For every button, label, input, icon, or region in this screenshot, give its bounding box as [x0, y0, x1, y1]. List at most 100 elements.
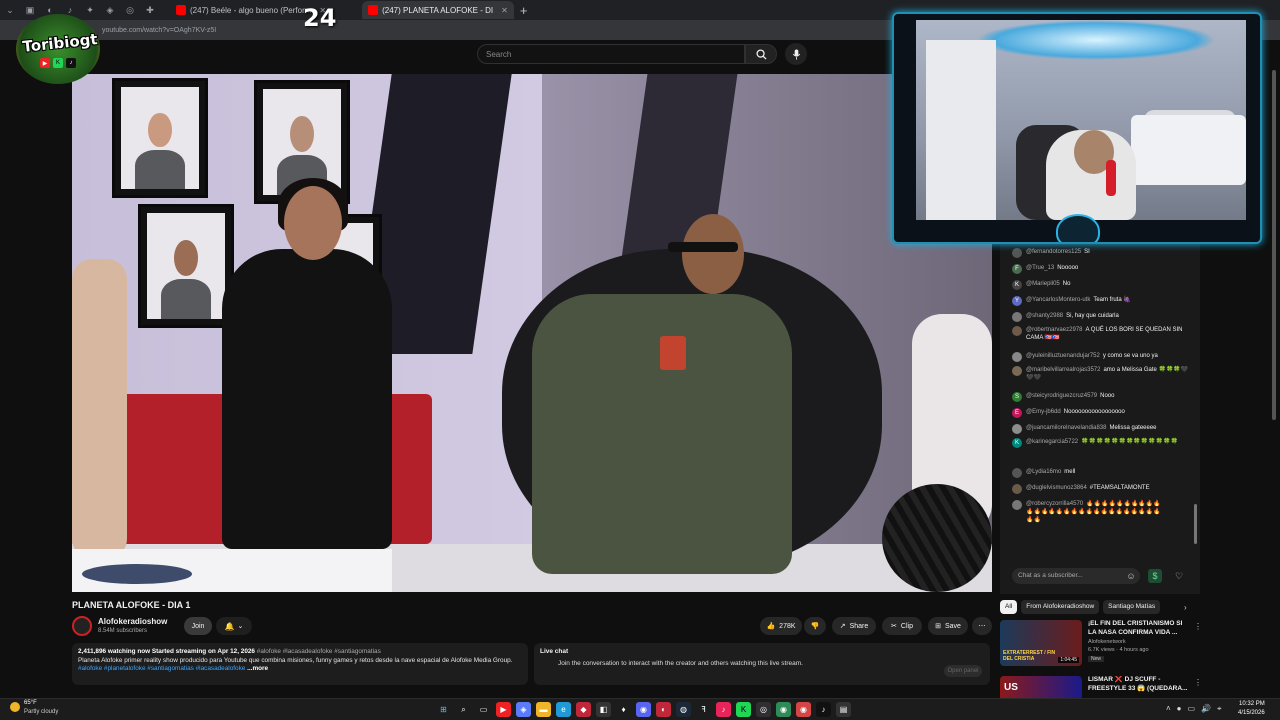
- chat-message[interactable]: Y @YancarlosMontero-utk Team fruta 🍇: [1012, 296, 1192, 306]
- search-icon[interactable]: ⌕: [456, 702, 471, 717]
- location-icon[interactable]: ⌖: [1217, 704, 1222, 714]
- video-description[interactable]: 2,411,896 watching now Started streaming…: [72, 643, 528, 685]
- chat-avatar[interactable]: S: [1012, 392, 1022, 402]
- discord-icon[interactable]: ◉: [636, 702, 651, 717]
- chat-avatar[interactable]: [1012, 468, 1022, 478]
- chat-avatar[interactable]: [1012, 326, 1022, 336]
- chat-username[interactable]: @juancamilorelnavelandia838: [1026, 425, 1106, 431]
- chat-message[interactable]: @juancamilorelnavelandia838 Melissa gatee…: [1012, 424, 1192, 434]
- recommended-video[interactable]: US LISMAR ❌ DJ SCUFF - FREESTYLE 33 😱 (Q…: [1000, 676, 1200, 698]
- kick-app-icon[interactable]: K: [736, 702, 751, 717]
- chat-message[interactable]: @fernandotorres125 SI: [1012, 248, 1192, 258]
- file-explorer-icon[interactable]: ▬: [536, 702, 551, 717]
- notifications-button[interactable]: 🔔 ⌄: [216, 617, 252, 635]
- chat-avatar[interactable]: [1012, 248, 1022, 258]
- chat-avatar[interactable]: [1012, 500, 1022, 510]
- share-button[interactable]: ↗ Share: [832, 617, 876, 635]
- chat-avatar[interactable]: [1012, 484, 1022, 494]
- page-scrollbar[interactable]: [1272, 70, 1276, 420]
- app-red-icon[interactable]: ◆: [576, 702, 591, 717]
- chat-message[interactable]: @robertnarvaez2978 A QUÉ LOS BORI SE QUED…: [1012, 326, 1192, 342]
- close-tab-icon[interactable]: ✕: [501, 6, 508, 15]
- pinned-tab-6-icon[interactable]: ✚: [143, 3, 157, 17]
- recommended-title[interactable]: ¡EL FIN DEL CRISTIANISMO SI LA NASA CONF…: [1088, 620, 1188, 637]
- chat-avatar[interactable]: E: [1012, 408, 1022, 418]
- chat-message[interactable]: @maribelvillarrealrojas3572 amo a Melissa…: [1012, 366, 1192, 382]
- emoji-icon[interactable]: ☺: [1124, 569, 1138, 583]
- search-button[interactable]: [745, 44, 777, 64]
- chat-message[interactable]: @shanty2988 Si, hay que cuidarla: [1012, 312, 1192, 322]
- chat-avatar[interactable]: F: [1012, 264, 1022, 274]
- weather-sun-icon[interactable]: [10, 702, 20, 712]
- chat-username[interactable]: @duglelvismunoz3864: [1026, 485, 1087, 491]
- chat-avatar[interactable]: [1012, 366, 1022, 376]
- recommended-video[interactable]: EXTRATERREST / FIN DEL CRISTIA 1:04:45 ¡…: [1000, 620, 1202, 668]
- tab-planeta-alofoke[interactable]: (247) PLANETA ALOFOKE - DI ✕: [362, 1, 514, 19]
- terminal-icon[interactable]: ▤: [836, 702, 851, 717]
- chat-username[interactable]: @Emy-jb6dd: [1026, 409, 1061, 415]
- chat-username[interactable]: @maribelvillarrealrojas3572: [1026, 367, 1100, 373]
- chat-message[interactable]: E @Emy-jb6dd Nooooooooooooooooo: [1012, 408, 1192, 418]
- video-thumbnail[interactable]: US: [1000, 676, 1082, 698]
- more-vertical-icon[interactable]: ⋮: [1194, 622, 1202, 631]
- chat-username[interactable]: @Mariepil05: [1026, 281, 1060, 287]
- record-icon[interactable]: ●: [1177, 704, 1182, 714]
- app-tf-icon[interactable]: ꟻ: [696, 702, 711, 717]
- chevron-up-icon[interactable]: ˄: [1166, 704, 1171, 714]
- chat-input[interactable]: Chat as a subscriber...: [1012, 568, 1140, 584]
- chat-username[interactable]: @fernandotorres125: [1026, 249, 1081, 255]
- url-text[interactable]: youtube.com/watch?v=OAgh7KV-z5I: [102, 27, 216, 34]
- task-view-icon[interactable]: ▭: [476, 702, 491, 717]
- super-chat-icon[interactable]: $: [1148, 569, 1162, 583]
- taskbar-clock[interactable]: 10:32 PM 4/15/2026: [1238, 700, 1265, 718]
- channel-name[interactable]: Alofokeradioshow: [98, 617, 167, 626]
- chat-message[interactable]: K @karinegarcia5722 🍀🍀🍀🍀🍀🍀🍀🍀🍀🍀🍀🍀🍀: [1012, 438, 1192, 448]
- open-panel-button[interactable]: Open panel: [944, 665, 982, 677]
- obs-icon[interactable]: ◎: [756, 702, 771, 717]
- chat-username[interactable]: @Lydia16mo: [1026, 469, 1061, 475]
- chip-santiago-matias[interactable]: Santiago Matías: [1103, 600, 1161, 614]
- voice-search-button[interactable]: [785, 43, 807, 65]
- like-button[interactable]: 👍 278K: [760, 617, 802, 635]
- windows-start-icon[interactable]: ⊞: [436, 702, 451, 717]
- chat-avatar[interactable]: [1012, 312, 1022, 322]
- chat-avatar[interactable]: [1012, 424, 1022, 434]
- recommended-title[interactable]: LISMAR ❌ DJ SCUFF - FREESTYLE 33 😱 (QUED…: [1088, 676, 1188, 693]
- tidal-icon[interactable]: ♦: [616, 702, 631, 717]
- chat-username[interactable]: @karinegarcia5722: [1026, 439, 1078, 445]
- tiktok-app-icon[interactable]: ♪: [716, 702, 731, 717]
- speaker-icon[interactable]: 🔊: [1201, 704, 1211, 714]
- chat-message[interactable]: @Lydia16mo mell: [1012, 468, 1192, 478]
- steam-icon[interactable]: ◍: [676, 702, 691, 717]
- chevron-right-icon[interactable]: ›: [1184, 603, 1187, 612]
- clip-button[interactable]: ✂ Clip: [882, 617, 922, 635]
- video-player[interactable]: [72, 74, 992, 592]
- chat-message[interactable]: K @Mariepil05 No: [1012, 280, 1192, 290]
- dislike-button[interactable]: 👎: [804, 617, 826, 635]
- pinned-tab-5-icon[interactable]: ◎: [123, 3, 137, 17]
- chat-message[interactable]: @robercyzorrilla4570 🔥🔥🔥🔥🔥🔥🔥🔥🔥🔥🔥🔥🔥🔥🔥🔥🔥🔥🔥🔥…: [1012, 500, 1162, 524]
- chip-all[interactable]: All: [1000, 600, 1018, 614]
- more-vertical-icon[interactable]: ⋮: [1194, 678, 1200, 687]
- save-button[interactable]: ⊞ Save: [928, 617, 968, 635]
- weather-temperature[interactable]: 65°F: [24, 700, 37, 706]
- chat-avatar[interactable]: Y: [1012, 296, 1022, 306]
- chrome-icon[interactable]: ◉: [776, 702, 791, 717]
- new-tab-button[interactable]: +: [520, 3, 528, 18]
- tiktok-studio-icon[interactable]: ♪: [816, 702, 831, 717]
- join-button[interactable]: Join: [184, 617, 212, 635]
- chat-message[interactable]: S @steicyrodriguezcruz4579 Nooo: [1012, 392, 1192, 402]
- chat-avatar[interactable]: K: [1012, 280, 1022, 290]
- vpn-icon[interactable]: ◐: [656, 702, 671, 717]
- app-tray-icon[interactable]: ▭: [1188, 704, 1196, 714]
- chat-username[interactable]: @shanty2988: [1026, 313, 1063, 319]
- chat-username[interactable]: @robercyzorrilla4570: [1026, 501, 1083, 507]
- youtube-app-icon[interactable]: ▶: [496, 702, 511, 717]
- chat-message[interactable]: @duglelvismunoz3864 #TEAMSALTAMONTE: [1012, 484, 1192, 494]
- chat-username[interactable]: @True_13: [1026, 265, 1054, 271]
- description-more[interactable]: ...more: [247, 665, 268, 672]
- chat-avatar[interactable]: K: [1012, 438, 1022, 448]
- more-actions-button[interactable]: ⋯: [972, 617, 992, 635]
- chip-from-channel[interactable]: From Alofokeradioshow: [1021, 600, 1100, 614]
- edge-icon[interactable]: e: [556, 702, 571, 717]
